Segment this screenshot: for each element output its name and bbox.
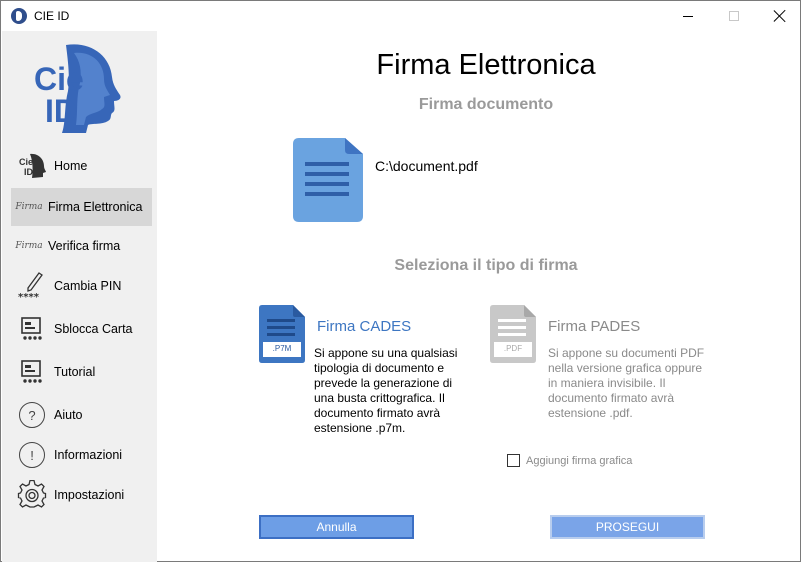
- cades-option-title[interactable]: Firma CADES: [317, 318, 411, 335]
- sidebar-item-label: Tutorial: [54, 365, 96, 379]
- sidebar-item-label: Informazioni: [54, 448, 123, 462]
- sidebar-item-impostazioni[interactable]: Impostazioni: [11, 476, 152, 514]
- app-logo-icon: [11, 8, 27, 24]
- signature-icon: Firma: [14, 192, 44, 222]
- maximize-icon: [729, 11, 739, 21]
- cie-id-logo: Cie ID: [28, 41, 124, 133]
- app-window: CIE ID Cie ID Cie ID Home Firma Firma El…: [0, 0, 801, 562]
- signature-glyph: Firma: [15, 241, 43, 251]
- pen-pin-icon: ****: [17, 271, 47, 301]
- sidebar-item-label: Cambia PIN: [54, 279, 122, 293]
- cie-id-icon: Cie ID: [17, 151, 47, 181]
- sidebar-item-label: Home: [54, 159, 88, 173]
- maximize-button[interactable]: [711, 1, 757, 31]
- pdf-icon-label: .PDF: [503, 344, 523, 353]
- sidebar-item-firma-elettronica[interactable]: Firma Firma Elettronica: [11, 188, 152, 226]
- graphic-signature-option[interactable]: Aggiungi firma grafica: [507, 454, 632, 467]
- info-circle-icon: !: [17, 440, 47, 470]
- sidebar-item-verifica-firma[interactable]: Firma Verifica firma: [11, 227, 152, 265]
- sidebar-item-cambia-pin[interactable]: **** Cambia PIN: [11, 267, 152, 305]
- page-subtitle: Firma documento: [418, 96, 554, 113]
- sidebar-item-label: Impostazioni: [54, 488, 125, 502]
- sidebar-item-label: Verifica firma: [48, 239, 121, 253]
- pdf-file-icon[interactable]: .PDF: [490, 305, 536, 363]
- signature-icon: Firma: [14, 231, 44, 261]
- page-title: Firma Elettronica: [376, 49, 596, 81]
- minimize-button[interactable]: [665, 1, 711, 31]
- close-icon: [774, 10, 786, 22]
- cades-description: Si appone su una qualsiasi tipologia di …: [314, 346, 458, 435]
- card-reader-icon: [17, 314, 47, 344]
- sidebar: Cie ID Cie ID Home Firma Firma Elettroni…: [2, 31, 157, 562]
- svg-text:Cie: Cie: [19, 157, 33, 167]
- document-icon: [293, 138, 363, 222]
- minimize-icon: [683, 15, 693, 17]
- close-button[interactable]: [757, 1, 801, 31]
- sidebar-item-tutorial[interactable]: Tutorial: [11, 353, 152, 391]
- graphic-signature-label: Aggiungi firma grafica: [526, 454, 633, 467]
- graphic-signature-checkbox[interactable]: [507, 454, 520, 467]
- title-bar: CIE ID: [1, 1, 800, 31]
- svg-text:****: ****: [18, 292, 40, 301]
- logo-text-id: ID: [45, 93, 77, 129]
- proceed-button[interactable]: PROSEGUI: [550, 515, 705, 539]
- pades-description: Si appone su documenti PDF nella version…: [548, 346, 705, 420]
- file-path: C:\document.pdf: [375, 158, 478, 174]
- p7m-icon-label: .P7M: [272, 344, 292, 353]
- pades-option-title[interactable]: Firma PADES: [548, 318, 640, 335]
- sidebar-item-sblocca-carta[interactable]: Sblocca Carta: [11, 310, 152, 348]
- question-glyph: ?: [19, 402, 45, 428]
- gear-icon: [17, 480, 47, 510]
- sidebar-item-home[interactable]: Cie ID Home: [11, 147, 152, 185]
- window-title: CIE ID: [34, 9, 70, 23]
- sidebar-item-aiuto[interactable]: ? Aiuto: [11, 396, 152, 434]
- question-circle-icon: ?: [17, 400, 47, 430]
- section-title: Seleziona il tipo di firma: [394, 257, 578, 274]
- cancel-button[interactable]: Annulla: [259, 515, 414, 539]
- p7m-file-icon[interactable]: .P7M: [259, 305, 305, 363]
- sidebar-item-informazioni[interactable]: ! Informazioni: [11, 436, 152, 474]
- sidebar-item-label: Firma Elettronica: [48, 200, 143, 214]
- signature-glyph: Firma: [15, 202, 43, 212]
- info-glyph: !: [19, 442, 45, 468]
- card-reader-icon: [17, 357, 47, 387]
- sidebar-item-label: Aiuto: [54, 408, 83, 422]
- svg-text:ID: ID: [24, 167, 34, 177]
- sidebar-item-label: Sblocca Carta: [54, 322, 133, 336]
